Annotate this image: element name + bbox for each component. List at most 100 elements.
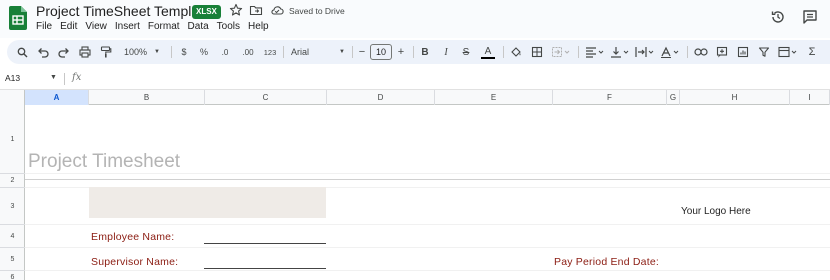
- column-header-c[interactable]: C: [205, 90, 327, 105]
- move-to-folder-icon[interactable]: [249, 3, 263, 17]
- toolbar-divider: [578, 46, 579, 58]
- filter-views-icon[interactable]: [777, 44, 799, 60]
- logo-placeholder: Your Logo Here: [681, 206, 751, 217]
- toolbar-divider: [687, 46, 688, 58]
- text-color-button[interactable]: A: [481, 44, 495, 60]
- italic-button[interactable]: I: [440, 44, 452, 60]
- menu-bar: File Edit View Insert Format Data Tools …: [36, 21, 269, 32]
- menu-help[interactable]: Help: [248, 21, 269, 32]
- name-box[interactable]: A13: [5, 73, 20, 83]
- chevron-down-icon[interactable]: ▼: [50, 74, 57, 81]
- menu-tools[interactable]: Tools: [217, 21, 240, 32]
- shaded-input-cell[interactable]: [89, 187, 326, 218]
- decrease-decimal-label: .0: [221, 47, 229, 57]
- menu-insert[interactable]: Insert: [115, 21, 140, 32]
- chevron-down-icon: ▼: [339, 49, 345, 55]
- title-bar: Project TimeSheet Template XLSX Saved to…: [0, 0, 830, 38]
- toolbar-divider: [171, 46, 172, 58]
- employee-name-field[interactable]: [204, 243, 326, 244]
- row-header-2[interactable]: 2: [0, 174, 25, 188]
- toolbar-divider: [413, 46, 414, 58]
- column-header-a[interactable]: A: [25, 90, 89, 105]
- insert-comment-icon[interactable]: [715, 44, 729, 60]
- menu-format[interactable]: Format: [148, 21, 180, 32]
- document-title[interactable]: Project TimeSheet Template: [36, 3, 211, 19]
- text-rotation-icon[interactable]: [659, 44, 681, 60]
- formula-bar: A13 ▼ fx: [0, 68, 830, 90]
- filter-icon[interactable]: [757, 44, 771, 60]
- increase-decimal-label: .00: [242, 47, 254, 57]
- column-header-e[interactable]: E: [435, 90, 553, 105]
- strikethrough-button[interactable]: S: [460, 44, 472, 60]
- menu-file[interactable]: File: [36, 21, 52, 32]
- row-gridline: [25, 270, 830, 271]
- redo-icon[interactable]: [57, 44, 71, 60]
- paint-format-icon[interactable]: [99, 44, 113, 60]
- select-all-corner[interactable]: [0, 90, 25, 105]
- column-header-g[interactable]: G: [667, 90, 680, 105]
- print-icon[interactable]: [78, 44, 92, 60]
- sheet-grid[interactable]: Project Timesheet Your Logo Here Employe…: [25, 105, 830, 280]
- employee-name-label: Employee Name:: [91, 231, 175, 243]
- zoom-value: 100%: [124, 47, 148, 57]
- zoom-select[interactable]: 100% ▼: [122, 44, 162, 60]
- insert-chart-icon[interactable]: [736, 44, 750, 60]
- fill-color-icon[interactable]: [509, 44, 523, 60]
- row-header-4[interactable]: 4: [0, 225, 25, 248]
- row-header-column: 1 2 3 4 5 6: [0, 105, 25, 280]
- search-menus-icon[interactable]: [15, 44, 29, 60]
- toolbar-divider: [283, 46, 284, 58]
- menu-view[interactable]: View: [85, 21, 107, 32]
- merge-cells-icon[interactable]: [550, 44, 572, 60]
- column-header-i[interactable]: I: [790, 90, 830, 105]
- toolbar-divider: [352, 46, 353, 58]
- toolbar-divider: [503, 46, 504, 58]
- bold-button[interactable]: B: [419, 44, 431, 60]
- supervisor-name-field[interactable]: [204, 268, 326, 269]
- format-currency-button[interactable]: $: [179, 44, 189, 60]
- row-header-1[interactable]: 1: [0, 105, 25, 174]
- sheet-title: Project Timesheet: [28, 151, 181, 172]
- column-header-h[interactable]: H: [680, 90, 790, 105]
- column-header-d[interactable]: D: [327, 90, 435, 105]
- cloud-saved-icon[interactable]: [270, 3, 284, 17]
- functions-icon[interactable]: Σ: [805, 44, 819, 60]
- row-header-6[interactable]: 6: [0, 271, 25, 280]
- fx-icon: fx: [72, 72, 82, 83]
- text-wrapping-icon[interactable]: [634, 44, 656, 60]
- increase-decimal-button[interactable]: .00: [239, 44, 257, 60]
- file-format-badge: XLSX: [192, 5, 221, 19]
- row-header-5[interactable]: 5: [0, 248, 25, 271]
- borders-icon[interactable]: [530, 44, 544, 60]
- version-history-icon[interactable]: [770, 9, 786, 25]
- row-gridline: [25, 224, 830, 225]
- increase-font-size-button[interactable]: +: [396, 44, 406, 60]
- pay-period-end-label: Pay Period End Date:: [554, 256, 659, 268]
- menu-data[interactable]: Data: [188, 21, 209, 32]
- vertical-align-icon[interactable]: [609, 44, 631, 60]
- format-percent-button[interactable]: %: [199, 44, 209, 60]
- font-family-select[interactable]: Arial ▼: [289, 44, 347, 60]
- column-header-f[interactable]: F: [553, 90, 667, 105]
- star-icon[interactable]: [229, 3, 243, 17]
- menu-edit[interactable]: Edit: [60, 21, 77, 32]
- font-size-input[interactable]: 10: [370, 44, 392, 60]
- row-header-3[interactable]: 3: [0, 188, 25, 225]
- undo-icon[interactable]: [36, 44, 50, 60]
- more-formats-button[interactable]: 123: [261, 44, 279, 60]
- supervisor-name-label: Supervisor Name:: [91, 256, 179, 268]
- column-header-b[interactable]: B: [89, 90, 205, 105]
- decrease-decimal-button[interactable]: .0: [217, 44, 233, 60]
- formula-input[interactable]: [90, 71, 820, 87]
- formula-bar-divider: [64, 73, 65, 85]
- row-gridline: [25, 247, 830, 248]
- text-color-swatch: [481, 56, 495, 59]
- horizontal-align-icon[interactable]: [584, 44, 606, 60]
- font-family-value: Arial: [291, 47, 310, 57]
- text-color-glyph: A: [484, 45, 492, 57]
- insert-link-icon[interactable]: [694, 44, 708, 60]
- toolbar: 100% ▼ $ % .0 .00 123 Arial ▼ − 10 + B I…: [7, 40, 830, 64]
- comments-icon[interactable]: [802, 9, 818, 25]
- decrease-font-size-button[interactable]: −: [357, 44, 367, 60]
- sheets-logo-icon[interactable]: [9, 6, 27, 30]
